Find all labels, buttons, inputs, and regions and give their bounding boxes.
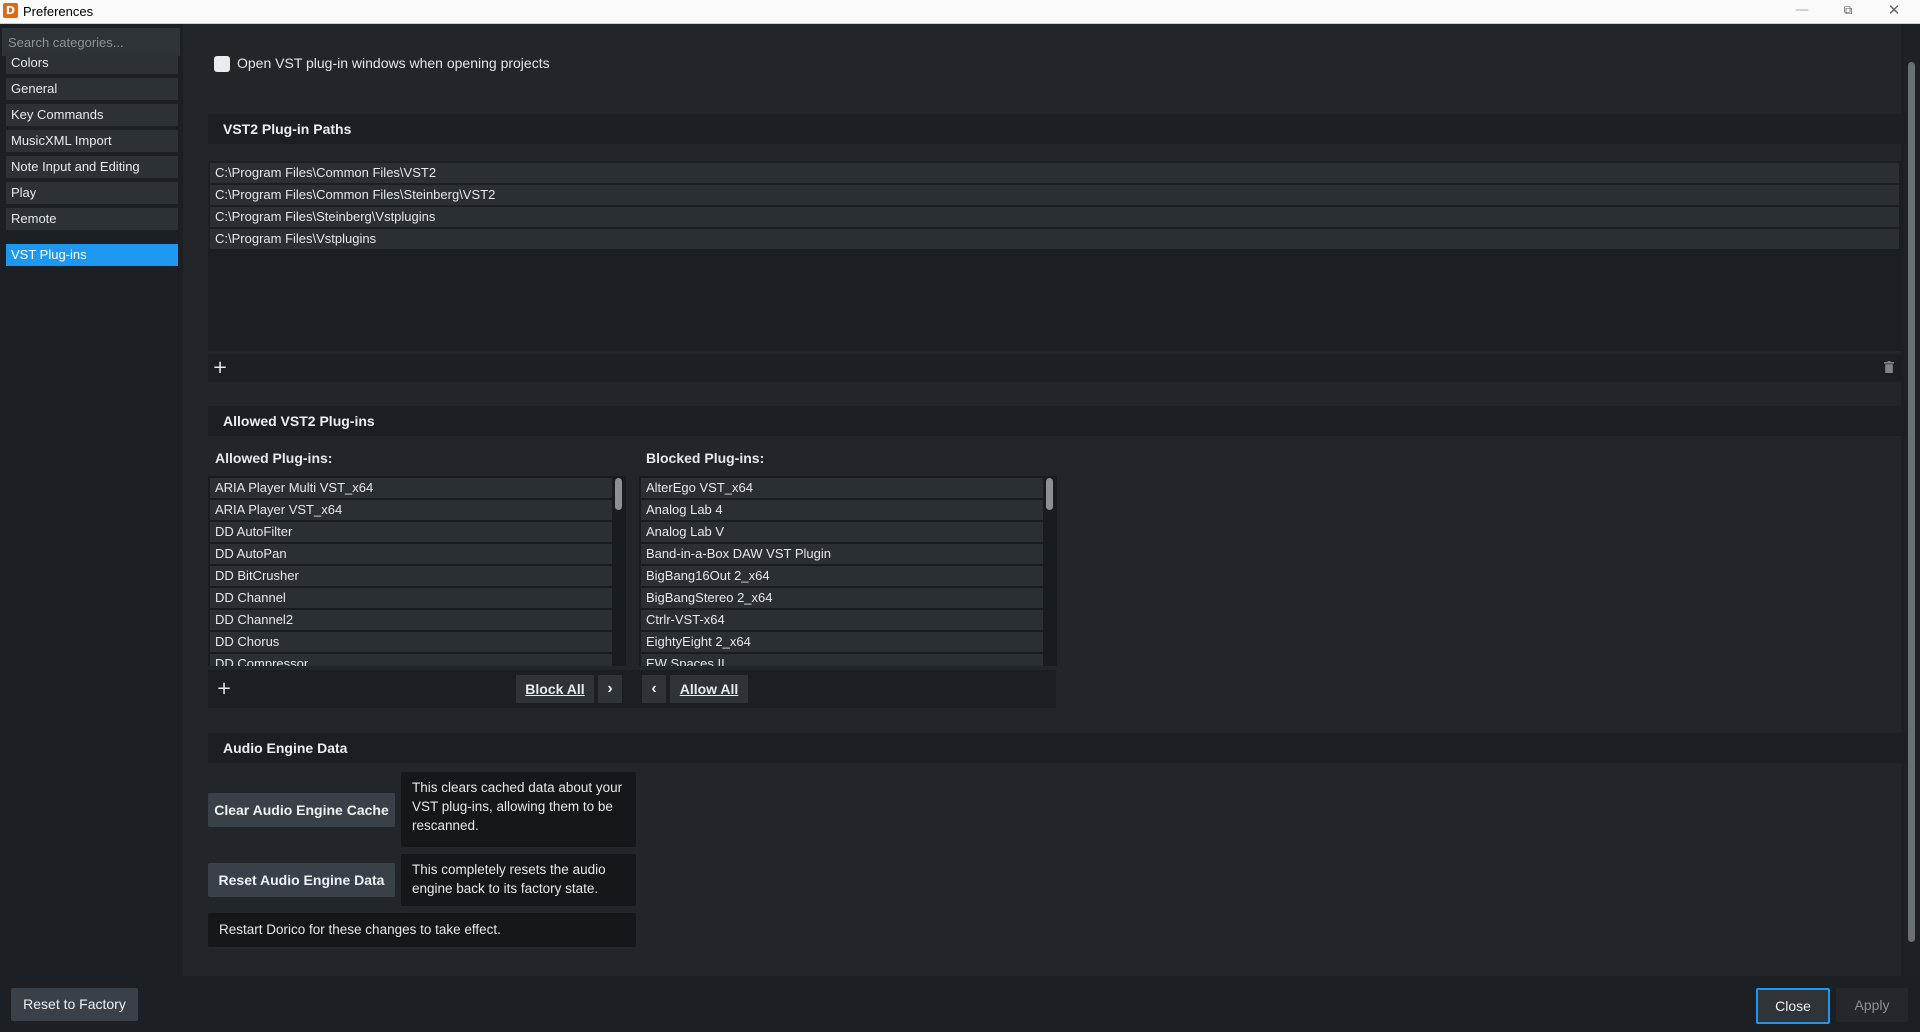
- sidebar-item-note-input[interactable]: Note Input and Editing: [6, 156, 178, 178]
- clear-cache-description: This clears cached data about your VST p…: [401, 772, 636, 847]
- list-item[interactable]: DD Channel2: [210, 610, 612, 630]
- sidebar-item-vst-plugins[interactable]: VST Plug-ins: [6, 244, 178, 266]
- category-sidebar: Colors General Key Commands MusicXML Imp…: [0, 24, 183, 976]
- clear-audio-engine-cache-button[interactable]: Clear Audio Engine Cache: [208, 793, 395, 827]
- window-title: Preferences: [23, 4, 94, 19]
- reset-data-description: This completely resets the audio engine …: [401, 854, 636, 906]
- add-path-button[interactable]: +: [209, 357, 231, 379]
- list-item[interactable]: DD Channel: [210, 588, 612, 608]
- vst2-paths-list: C:\Program Files\Common Files\VST2 C:\Pr…: [208, 161, 1903, 351]
- open-vst-windows-checkbox[interactable]: [214, 56, 230, 72]
- sidebar-item-play[interactable]: Play: [6, 182, 178, 204]
- list-item[interactable]: EW Spaces II: [641, 654, 1043, 666]
- sidebar-item-colors[interactable]: Colors: [6, 52, 178, 74]
- list-item[interactable]: EightyEight 2_x64: [641, 632, 1043, 652]
- blocked-list-scrollbar[interactable]: [1046, 478, 1053, 510]
- sidebar-item-key-commands[interactable]: Key Commands: [6, 104, 178, 126]
- move-left-button[interactable]: ‹: [642, 675, 666, 703]
- section-title: Audio Engine Data: [223, 740, 348, 756]
- open-vst-windows-label[interactable]: Open VST plug-in windows when opening pr…: [237, 55, 550, 71]
- vst2-paths-header: VST2 Plug-in Paths: [208, 114, 1906, 144]
- list-item[interactable]: BigBang16Out 2_x64: [641, 566, 1043, 586]
- block-all-button[interactable]: Block All: [516, 675, 594, 703]
- path-row[interactable]: C:\Program Files\Steinberg\Vstplugins: [210, 207, 1899, 227]
- dialog-footer: Reset to Factory Close Apply: [0, 976, 1920, 1032]
- close-button[interactable]: Close: [1756, 988, 1830, 1024]
- path-row[interactable]: C:\Program Files\Common Files\VST2: [210, 163, 1899, 183]
- plugins-toolbar: + Block All › ‹ Allow All: [208, 670, 1056, 708]
- audio-engine-header: Audio Engine Data: [208, 733, 1906, 763]
- paths-toolbar: +: [208, 354, 1903, 382]
- section-title: VST2 Plug-in Paths: [223, 121, 352, 137]
- allowed-plugins-label: Allowed Plug-ins:: [215, 450, 333, 466]
- main-scrollbar[interactable]: [1903, 24, 1920, 976]
- blocked-plugins-list: AlterEgo VST_x64 Analog Lab 4 Analog Lab…: [639, 476, 1057, 666]
- path-row[interactable]: C:\Program Files\Vstplugins: [210, 229, 1899, 249]
- list-item[interactable]: ARIA Player VST_x64: [210, 500, 612, 520]
- list-item[interactable]: DD Compressor: [210, 654, 612, 666]
- list-item[interactable]: Ctrlr-VST-x64: [641, 610, 1043, 630]
- maximize-button[interactable]: ⧉: [1826, 0, 1870, 22]
- list-item[interactable]: Analog Lab 4: [641, 500, 1043, 520]
- sidebar-item-musicxml-import[interactable]: MusicXML Import: [6, 130, 178, 152]
- list-item[interactable]: Band-in-a-Box DAW VST Plugin: [641, 544, 1043, 564]
- close-window-button[interactable]: ✕: [1872, 0, 1916, 22]
- blocked-plugins-label: Blocked Plug-ins:: [646, 450, 765, 466]
- main-scrollbar-thumb[interactable]: [1908, 62, 1915, 942]
- list-item[interactable]: DD BitCrusher: [210, 566, 612, 586]
- list-item[interactable]: ARIA Player Multi VST_x64: [210, 478, 612, 498]
- apply-button[interactable]: Apply: [1836, 988, 1908, 1022]
- list-item[interactable]: DD AutoPan: [210, 544, 612, 564]
- add-plugin-button[interactable]: +: [213, 678, 235, 700]
- list-item[interactable]: BigBangStereo 2_x64: [641, 588, 1043, 608]
- minimize-button[interactable]: —: [1780, 0, 1824, 22]
- path-row[interactable]: C:\Program Files\Common Files\Steinberg\…: [210, 185, 1899, 205]
- title-bar: D Preferences — ⧉ ✕: [0, 0, 1920, 24]
- restart-note: Restart Dorico for these changes to take…: [208, 913, 636, 947]
- block-all-label: Block All: [525, 681, 585, 697]
- section-title: Allowed VST2 Plug-ins: [223, 413, 375, 429]
- list-item[interactable]: AlterEgo VST_x64: [641, 478, 1043, 498]
- reset-audio-engine-data-button[interactable]: Reset Audio Engine Data: [208, 863, 395, 897]
- allow-all-button[interactable]: Allow All: [670, 675, 748, 703]
- trash-icon[interactable]: [1884, 361, 1894, 373]
- list-item[interactable]: DD Chorus: [210, 632, 612, 652]
- app-icon: D: [3, 3, 18, 18]
- list-item[interactable]: DD AutoFilter: [210, 522, 612, 542]
- move-right-button[interactable]: ›: [598, 675, 622, 703]
- reset-to-factory-button[interactable]: Reset to Factory: [11, 988, 138, 1021]
- sidebar-item-remote[interactable]: Remote: [6, 208, 178, 230]
- allowed-plugins-list: ARIA Player Multi VST_x64 ARIA Player VS…: [208, 476, 626, 666]
- allowed-list-scrollbar[interactable]: [615, 478, 622, 510]
- sidebar-item-general[interactable]: General: [6, 78, 178, 100]
- list-item[interactable]: Analog Lab V: [641, 522, 1043, 542]
- allowed-vst2-header: Allowed VST2 Plug-ins: [208, 406, 1906, 436]
- allow-all-label: Allow All: [679, 681, 739, 697]
